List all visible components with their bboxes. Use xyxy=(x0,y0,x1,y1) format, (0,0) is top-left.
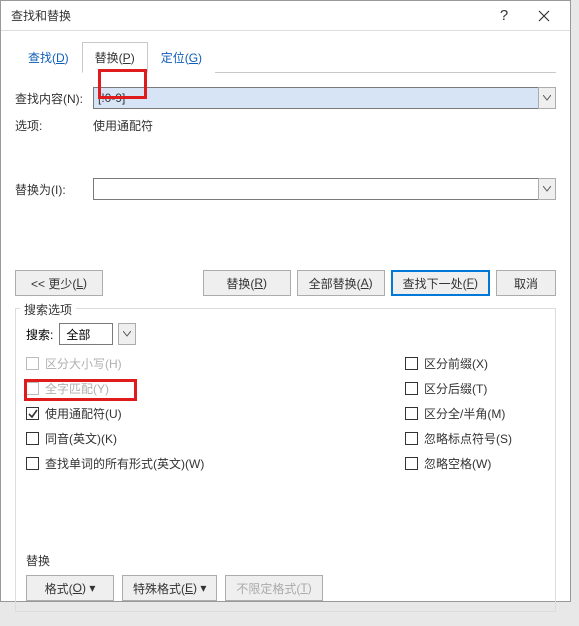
chevron-down-icon xyxy=(123,331,131,337)
checkbox-all-word-forms[interactable]: 查找单词的所有形式(英文)(W) xyxy=(26,455,405,472)
replace-label: 替换为(I): xyxy=(15,181,93,198)
checkbox-match-case: 区分大小写(H) xyxy=(26,355,405,372)
options-row: 选项: 使用通配符 xyxy=(15,117,556,134)
options-value: 使用通配符 xyxy=(93,117,153,134)
tab-find[interactable]: 查找(D) xyxy=(15,42,82,73)
checkbox-full-half-width[interactable]: 区分全/半角(M) xyxy=(405,405,545,422)
special-format-button[interactable]: 特殊格式(E) ▾ xyxy=(122,575,217,601)
search-direction-arrow[interactable] xyxy=(118,323,136,345)
replace-input[interactable] xyxy=(93,178,539,200)
options-label: 选项: xyxy=(15,117,93,134)
replace-row: 替换为(I): xyxy=(15,178,556,200)
search-direction-row: 搜索: 全部 xyxy=(26,323,545,345)
close-button[interactable] xyxy=(524,2,564,30)
titlebar: 查找和替换 ? xyxy=(1,1,570,31)
action-buttons: << 更少(L) 替换(R) 全部替换(A) 查找下一处(F) 取消 xyxy=(15,270,556,296)
checkbox-ignore-whitespace[interactable]: 忽略空格(W) xyxy=(405,455,545,472)
search-direction-select[interactable]: 全部 xyxy=(59,323,113,345)
search-options-legend: 搜索选项 xyxy=(20,301,76,318)
checkbox-ignore-punctuation[interactable]: 忽略标点符号(S) xyxy=(405,430,545,447)
tab-replace[interactable]: 替换(P) xyxy=(82,42,148,73)
cancel-button[interactable]: 取消 xyxy=(496,270,556,296)
find-history-dropdown[interactable] xyxy=(538,87,556,109)
check-icon xyxy=(28,409,38,419)
tabs: 查找(D) 替换(P) 定位(G) xyxy=(15,41,556,73)
chevron-down-icon xyxy=(543,95,551,101)
search-direction-label: 搜索: xyxy=(26,326,53,343)
find-row: 查找内容(N): xyxy=(15,87,556,109)
replace-button[interactable]: 替换(R) xyxy=(203,270,291,296)
format-button[interactable]: 格式(O) ▾ xyxy=(26,575,114,601)
help-button[interactable]: ? xyxy=(484,2,524,30)
find-label: 查找内容(N): xyxy=(15,90,93,107)
checkbox-match-prefix[interactable]: 区分前缀(X) xyxy=(405,355,545,372)
no-formatting-button: 不限定格式(T) xyxy=(225,575,322,601)
find-input[interactable] xyxy=(93,87,539,109)
replace-history-dropdown[interactable] xyxy=(538,178,556,200)
checkbox-whole-word: 全字匹配(Y) xyxy=(26,380,405,397)
replace-all-button[interactable]: 全部替换(A) xyxy=(297,270,385,296)
checkbox-use-wildcards[interactable]: 使用通配符(U) xyxy=(26,405,405,422)
search-options-fieldset: 搜索选项 搜索: 全部 区分大小写(H) 全字匹配(Y) xyxy=(15,308,556,612)
find-next-button[interactable]: 查找下一处(F) xyxy=(391,270,490,296)
checkbox-grid: 区分大小写(H) 全字匹配(Y) 使用通配符(U) 同音(英文)(K) xyxy=(26,355,545,472)
replace-format-buttons: 格式(O) ▾ 特殊格式(E) ▾ 不限定格式(T) xyxy=(26,575,545,601)
tab-goto[interactable]: 定位(G) xyxy=(148,42,215,73)
close-icon xyxy=(538,10,550,22)
dialog-content: 查找(D) 替换(P) 定位(G) 查找内容(N): 选项: 使用通配符 替换为… xyxy=(1,41,570,626)
checkbox-match-suffix[interactable]: 区分后缀(T) xyxy=(405,380,545,397)
less-button[interactable]: << 更少(L) xyxy=(15,270,103,296)
chevron-down-icon xyxy=(543,186,551,192)
dialog-title: 查找和替换 xyxy=(11,7,484,24)
replace-section-label: 替换 xyxy=(26,552,545,569)
checkbox-sounds-like[interactable]: 同音(英文)(K) xyxy=(26,430,405,447)
find-replace-dialog: 查找和替换 ? 查找(D) 替换(P) 定位(G) 查找内容(N): 选项: 使… xyxy=(0,0,571,602)
